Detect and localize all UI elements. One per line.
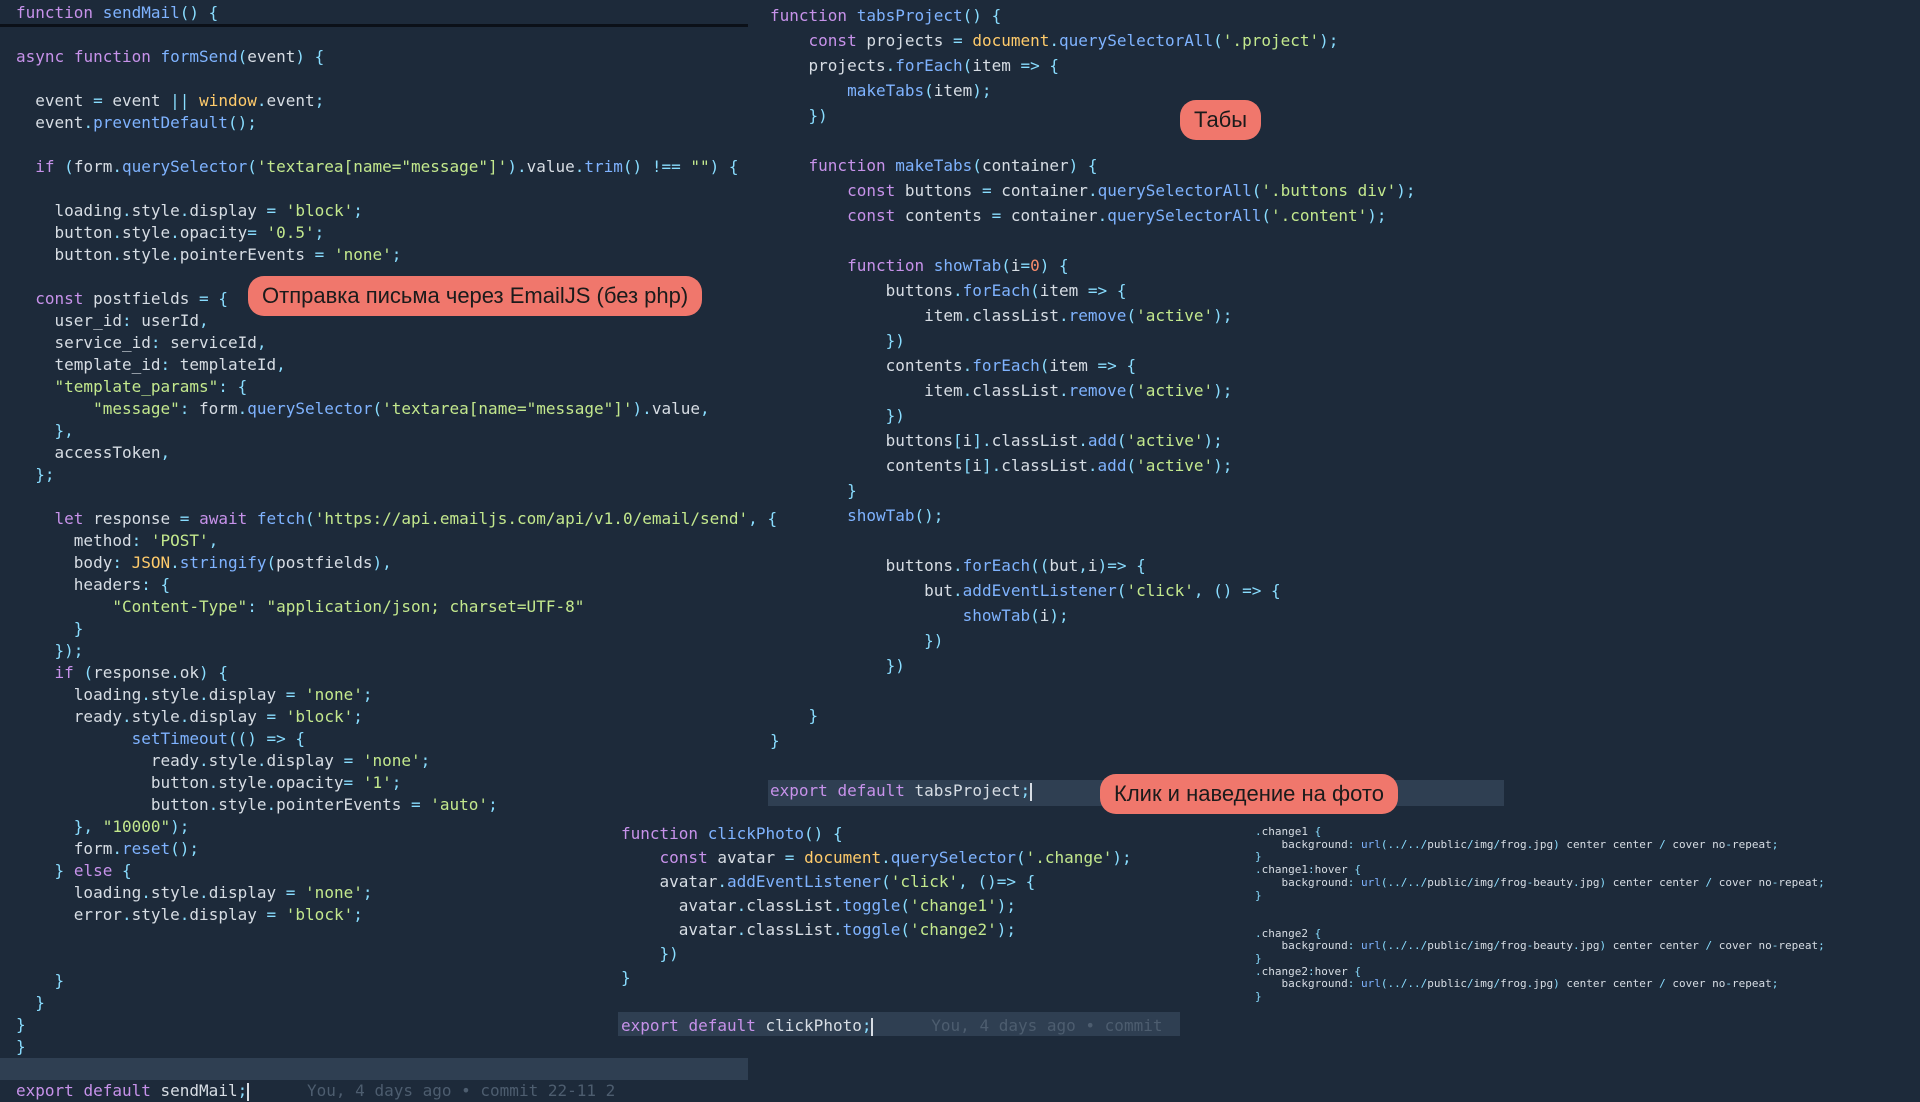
code-line: })	[808, 106, 828, 125]
code-line: export default clickPhoto; You, 4 days a…	[621, 1016, 1163, 1036]
code-line: };	[35, 465, 55, 484]
code-line: background: url(../../public/img/frog.jp…	[1281, 977, 1779, 991]
code-line: function tabsProject() {	[770, 6, 1002, 25]
code-line: avatar.classList.toggle('change2');	[678, 920, 1016, 939]
text-cursor	[1030, 782, 1033, 801]
code-line: }	[1255, 888, 1262, 902]
code-line: }	[621, 968, 631, 987]
click-photo-editor: function clickPhoto() { const avatar = d…	[600, 818, 1180, 1080]
code-line: background: url(../../public/img/frog-be…	[1281, 939, 1825, 953]
code-line: buttons.forEach((but,i)=> {	[885, 556, 1146, 575]
code-line: function clickPhoto() {	[621, 824, 843, 843]
code-line: const projects = document.querySelectorA…	[808, 31, 1339, 50]
code-line: button.style.opacity= '1';	[150, 773, 402, 792]
code-line: const buttons = container.querySelectorA…	[847, 181, 1416, 200]
code-line: buttons[i].classList.add('active');	[885, 431, 1223, 450]
code-line: const contents = container.querySelector…	[847, 206, 1387, 225]
tabs-project-code: function tabsProject() { const projects …	[770, 3, 1415, 803]
code-line: })	[659, 944, 679, 963]
code-line: async function formSend(event) {	[16, 47, 325, 66]
code-line: const avatar = document.querySelector('.…	[659, 848, 1132, 867]
code-line: let response = await fetch('https://api.…	[54, 509, 778, 528]
tabs-project-editor: function tabsProject() { const projects …	[748, 0, 1920, 810]
code-line: accessToken,	[54, 443, 171, 462]
code-line: event.preventDefault();	[35, 113, 257, 132]
code-line: but.addEventListener('click', () => {	[924, 581, 1281, 600]
code-line: loading.style.display = 'none';	[73, 685, 373, 704]
code-line: service_id: serviceId,	[54, 333, 267, 352]
code-line: headers: {	[73, 575, 171, 594]
code-line: }	[847, 481, 857, 500]
code-line: })	[885, 656, 905, 675]
code-line: })	[924, 631, 944, 650]
code-line: })	[885, 406, 905, 425]
code-line: }	[1255, 990, 1262, 1004]
git-blame-annotation: You, 4 days ago • commit	[873, 1016, 1163, 1035]
code-line: projects.forEach(item => {	[808, 56, 1060, 75]
code-line: "message": form.querySelector('textarea[…	[93, 399, 710, 418]
code-line: function makeTabs(container) {	[808, 156, 1098, 175]
code-line: "Content-Type": "application/json; chars…	[112, 597, 585, 616]
click-photo-code: function clickPhoto() { const avatar = d…	[621, 822, 1162, 1038]
code-line: },	[54, 421, 74, 440]
code-line: contents[i].classList.add('active');	[885, 456, 1233, 475]
code-line: method: 'POST',	[73, 531, 219, 550]
css-code: .change1 { background: url(../../public/…	[1255, 825, 1825, 1004]
code-line: button.style.opacity= '0.5';	[54, 223, 325, 242]
code-line: ready.style.display = 'none';	[150, 751, 431, 770]
css-editor: .change1 { background: url(../../public/…	[1240, 818, 1920, 1048]
code-line: contents.forEach(item => {	[885, 356, 1137, 375]
code-line: setTimeout(() => {	[131, 729, 306, 748]
code-line: })	[885, 331, 905, 350]
code-line: }	[73, 619, 84, 638]
code-line: background: url(../../public/img/frog.jp…	[1281, 837, 1779, 851]
code-line: button.style.pointerEvents = 'auto';	[150, 795, 498, 814]
code-line: showTab(i);	[962, 606, 1069, 625]
code-line: });	[54, 641, 84, 660]
code-line: }	[770, 731, 780, 750]
code-line: function sendMail() {	[16, 3, 219, 22]
code-line: }	[808, 706, 819, 725]
code-line: showTab();	[847, 506, 944, 525]
email-label-badge: Отправка письма через EmailJS (без php)	[248, 276, 703, 316]
code-line: item.classList.remove('active');	[924, 381, 1233, 400]
tabs-label-badge: Табы	[1180, 100, 1262, 140]
code-line: template_id: templateId,	[54, 355, 286, 374]
code-line: export default sendMail; You, 4 days ago…	[16, 1081, 616, 1101]
code-line: background: url(../../public/img/frog-be…	[1281, 875, 1825, 889]
code-line: "template_params": {	[54, 377, 248, 396]
code-line: avatar.addEventListener('click', ()=> {	[659, 872, 1036, 891]
code-line: item.classList.remove('active');	[924, 306, 1233, 325]
code-line: function showTab(i=0) {	[847, 256, 1069, 275]
code-line: avatar.classList.toggle('change1');	[678, 896, 1016, 915]
code-line: button.style.pointerEvents = 'none';	[54, 245, 402, 264]
photo-label-badge: Клик и наведение на фото	[1100, 774, 1398, 814]
code-line: loading.style.display = 'block';	[54, 201, 363, 220]
code-line: ready.style.display = 'block';	[73, 707, 363, 726]
code-line: event = event || window.event;	[35, 91, 325, 110]
code-line: if (form.querySelector('textarea[name="m…	[35, 157, 739, 176]
code-line: if (response.ok) {	[54, 663, 228, 682]
git-blame-annotation: You, 4 days ago • commit 22-11 2	[249, 1081, 616, 1100]
code-line: body: JSON.stringify(postfields),	[73, 553, 392, 572]
code-line: makeTabs(item);	[847, 81, 992, 100]
code-line: buttons.forEach(item => {	[885, 281, 1127, 300]
